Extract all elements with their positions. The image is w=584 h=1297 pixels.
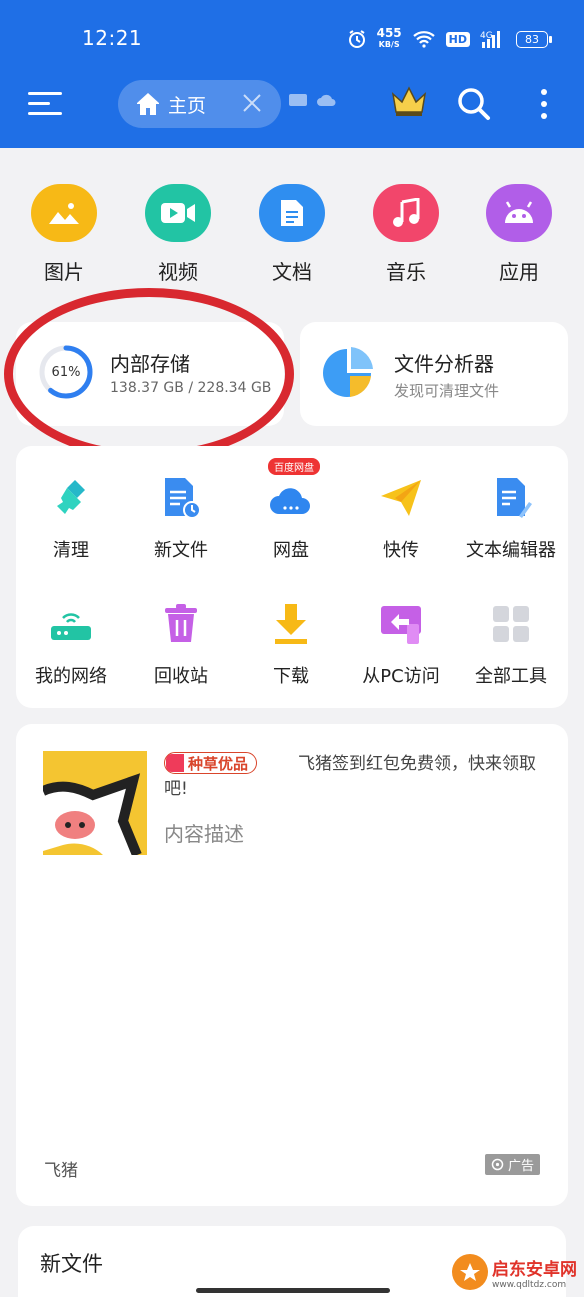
ad-info-icon bbox=[491, 1158, 504, 1171]
ad-label[interactable]: 广告 bbox=[484, 1154, 540, 1175]
tool-label: 我的网络 bbox=[35, 666, 107, 687]
category-label: 音乐 bbox=[386, 260, 426, 284]
tool-clean[interactable]: 清理 bbox=[16, 476, 126, 562]
download-icon bbox=[275, 604, 307, 644]
file-manager-home: 12:21 455 KB/S HD 4G 83 主页 图片 视频 文档 音乐 应… bbox=[0, 0, 584, 1297]
category-documents[interactable]: 文档 bbox=[242, 184, 342, 285]
status-bar: 12:21 455 KB/S HD 4G 83 bbox=[0, 0, 584, 78]
alarm-icon bbox=[348, 30, 365, 48]
close-icon[interactable] bbox=[241, 92, 263, 114]
ad-tag: 种草优品 bbox=[164, 752, 258, 774]
tab-home[interactable]: 主页 bbox=[118, 80, 281, 128]
tool-label: 从PC访问 bbox=[362, 666, 440, 687]
tools-grid: 清理 新文件 网盘 百度网盘 快传 文本编辑器 我的网络 回收站 下载 从PC访… bbox=[16, 446, 568, 708]
more-options-icon[interactable] bbox=[536, 86, 552, 122]
image-icon bbox=[31, 184, 97, 242]
cloud-icon bbox=[317, 94, 336, 106]
all-tools-icon bbox=[493, 606, 529, 642]
file-analyzer-card[interactable]: 文件分析器 发现可清理文件 bbox=[300, 322, 568, 426]
tool-label: 网盘 bbox=[273, 540, 309, 561]
tool-pc-access[interactable]: 从PC访问 bbox=[346, 602, 456, 688]
cloud-drive-icon bbox=[270, 488, 310, 514]
ad-description: 内容描述 bbox=[164, 822, 244, 846]
battery-indicator: 83 bbox=[516, 30, 552, 48]
tool-label: 新文件 bbox=[154, 540, 208, 561]
tool-label: 下载 bbox=[273, 666, 309, 687]
broom-icon bbox=[57, 480, 85, 514]
tool-label: 文本编辑器 bbox=[466, 540, 556, 561]
star-icon bbox=[166, 754, 184, 772]
network-speed: 455 KB/S bbox=[376, 26, 402, 49]
tool-quick-transfer[interactable]: 快传 bbox=[346, 476, 456, 562]
android-icon bbox=[486, 184, 552, 242]
paper-plane-icon bbox=[381, 480, 421, 516]
crown-icon[interactable] bbox=[390, 84, 428, 120]
new-files-title: 新文件 bbox=[40, 1252, 103, 1276]
other-tabs[interactable] bbox=[288, 92, 338, 108]
menu-icon[interactable] bbox=[28, 88, 62, 120]
signal-icon: 4G bbox=[480, 31, 500, 48]
tool-all-tools[interactable]: 全部工具 bbox=[456, 602, 566, 688]
video-icon bbox=[145, 184, 211, 242]
home-indicator[interactable] bbox=[196, 1288, 390, 1293]
tool-label: 全部工具 bbox=[475, 666, 547, 687]
tool-label: 快传 bbox=[383, 540, 419, 561]
tool-label: 清理 bbox=[53, 540, 89, 561]
status-time: 12:21 bbox=[82, 26, 143, 50]
wifi-icon bbox=[412, 31, 435, 48]
category-images[interactable]: 图片 bbox=[14, 184, 114, 285]
router-icon bbox=[51, 613, 91, 640]
tool-cloud-drive[interactable]: 网盘 bbox=[236, 476, 346, 562]
analyzer-title: 文件分析器 bbox=[394, 352, 494, 376]
music-icon bbox=[373, 184, 439, 242]
status-indicators: 455 KB/S HD 4G 83 bbox=[347, 24, 552, 54]
storage-percent: 61% bbox=[51, 364, 81, 380]
tool-recycle-bin[interactable]: 回收站 bbox=[126, 602, 236, 688]
ad-brand: 飞猪 bbox=[44, 1161, 78, 1181]
storage-title: 内部存储 bbox=[110, 352, 190, 376]
text-editor-icon bbox=[497, 478, 532, 518]
watermark-text: 启东安卓网 bbox=[492, 1259, 577, 1280]
trash-icon bbox=[165, 604, 197, 642]
internal-storage-card[interactable]: 61% 内部存储 138.37 GB / 228.34 GB bbox=[16, 322, 284, 426]
tool-new-files[interactable]: 新文件 bbox=[126, 476, 236, 562]
tool-my-network[interactable]: 我的网络 bbox=[16, 602, 126, 688]
watermark-url: www.qdltdz.com bbox=[492, 1279, 567, 1290]
tab-home-label: 主页 bbox=[168, 94, 207, 117]
ad-card[interactable]: 飞猪签到红包免费领，快来领取吧! 种草优品 内容描述 飞猪 广告 bbox=[16, 724, 568, 1206]
hd-badge: HD bbox=[445, 31, 470, 47]
category-apps[interactable]: 应用 bbox=[469, 184, 569, 285]
pc-access-icon bbox=[381, 606, 421, 644]
category-label: 应用 bbox=[499, 260, 539, 284]
tool-download[interactable]: 下载 bbox=[236, 602, 346, 688]
baidu-pan-badge: 百度网盘 bbox=[268, 458, 320, 475]
pie-chart-icon bbox=[323, 347, 373, 397]
new-file-icon bbox=[165, 478, 201, 519]
category-label: 图片 bbox=[44, 260, 84, 284]
search-icon[interactable] bbox=[456, 86, 492, 122]
category-label: 视频 bbox=[158, 260, 198, 284]
category-label: 文档 bbox=[272, 260, 312, 284]
category-row: 图片 视频 文档 音乐 应用 bbox=[0, 184, 584, 284]
site-watermark: 启东安卓网 www.qdltdz.com bbox=[452, 1248, 584, 1296]
storage-usage: 138.37 GB / 228.34 GB bbox=[110, 380, 272, 396]
ad-image bbox=[43, 751, 147, 855]
svg-text:4G: 4G bbox=[480, 31, 493, 41]
tool-label: 回收站 bbox=[154, 666, 208, 687]
book-icon bbox=[289, 94, 307, 106]
category-music[interactable]: 音乐 bbox=[356, 184, 456, 285]
home-icon bbox=[137, 93, 159, 115]
tool-text-editor[interactable]: 文本编辑器 bbox=[456, 476, 566, 562]
top-bar: 主页 bbox=[0, 78, 584, 148]
analyzer-subtitle: 发现可清理文件 bbox=[394, 382, 500, 400]
category-videos[interactable]: 视频 bbox=[128, 184, 228, 285]
document-icon bbox=[259, 184, 325, 242]
pig-logo-icon bbox=[43, 751, 147, 855]
watermark-logo-icon bbox=[452, 1254, 488, 1290]
